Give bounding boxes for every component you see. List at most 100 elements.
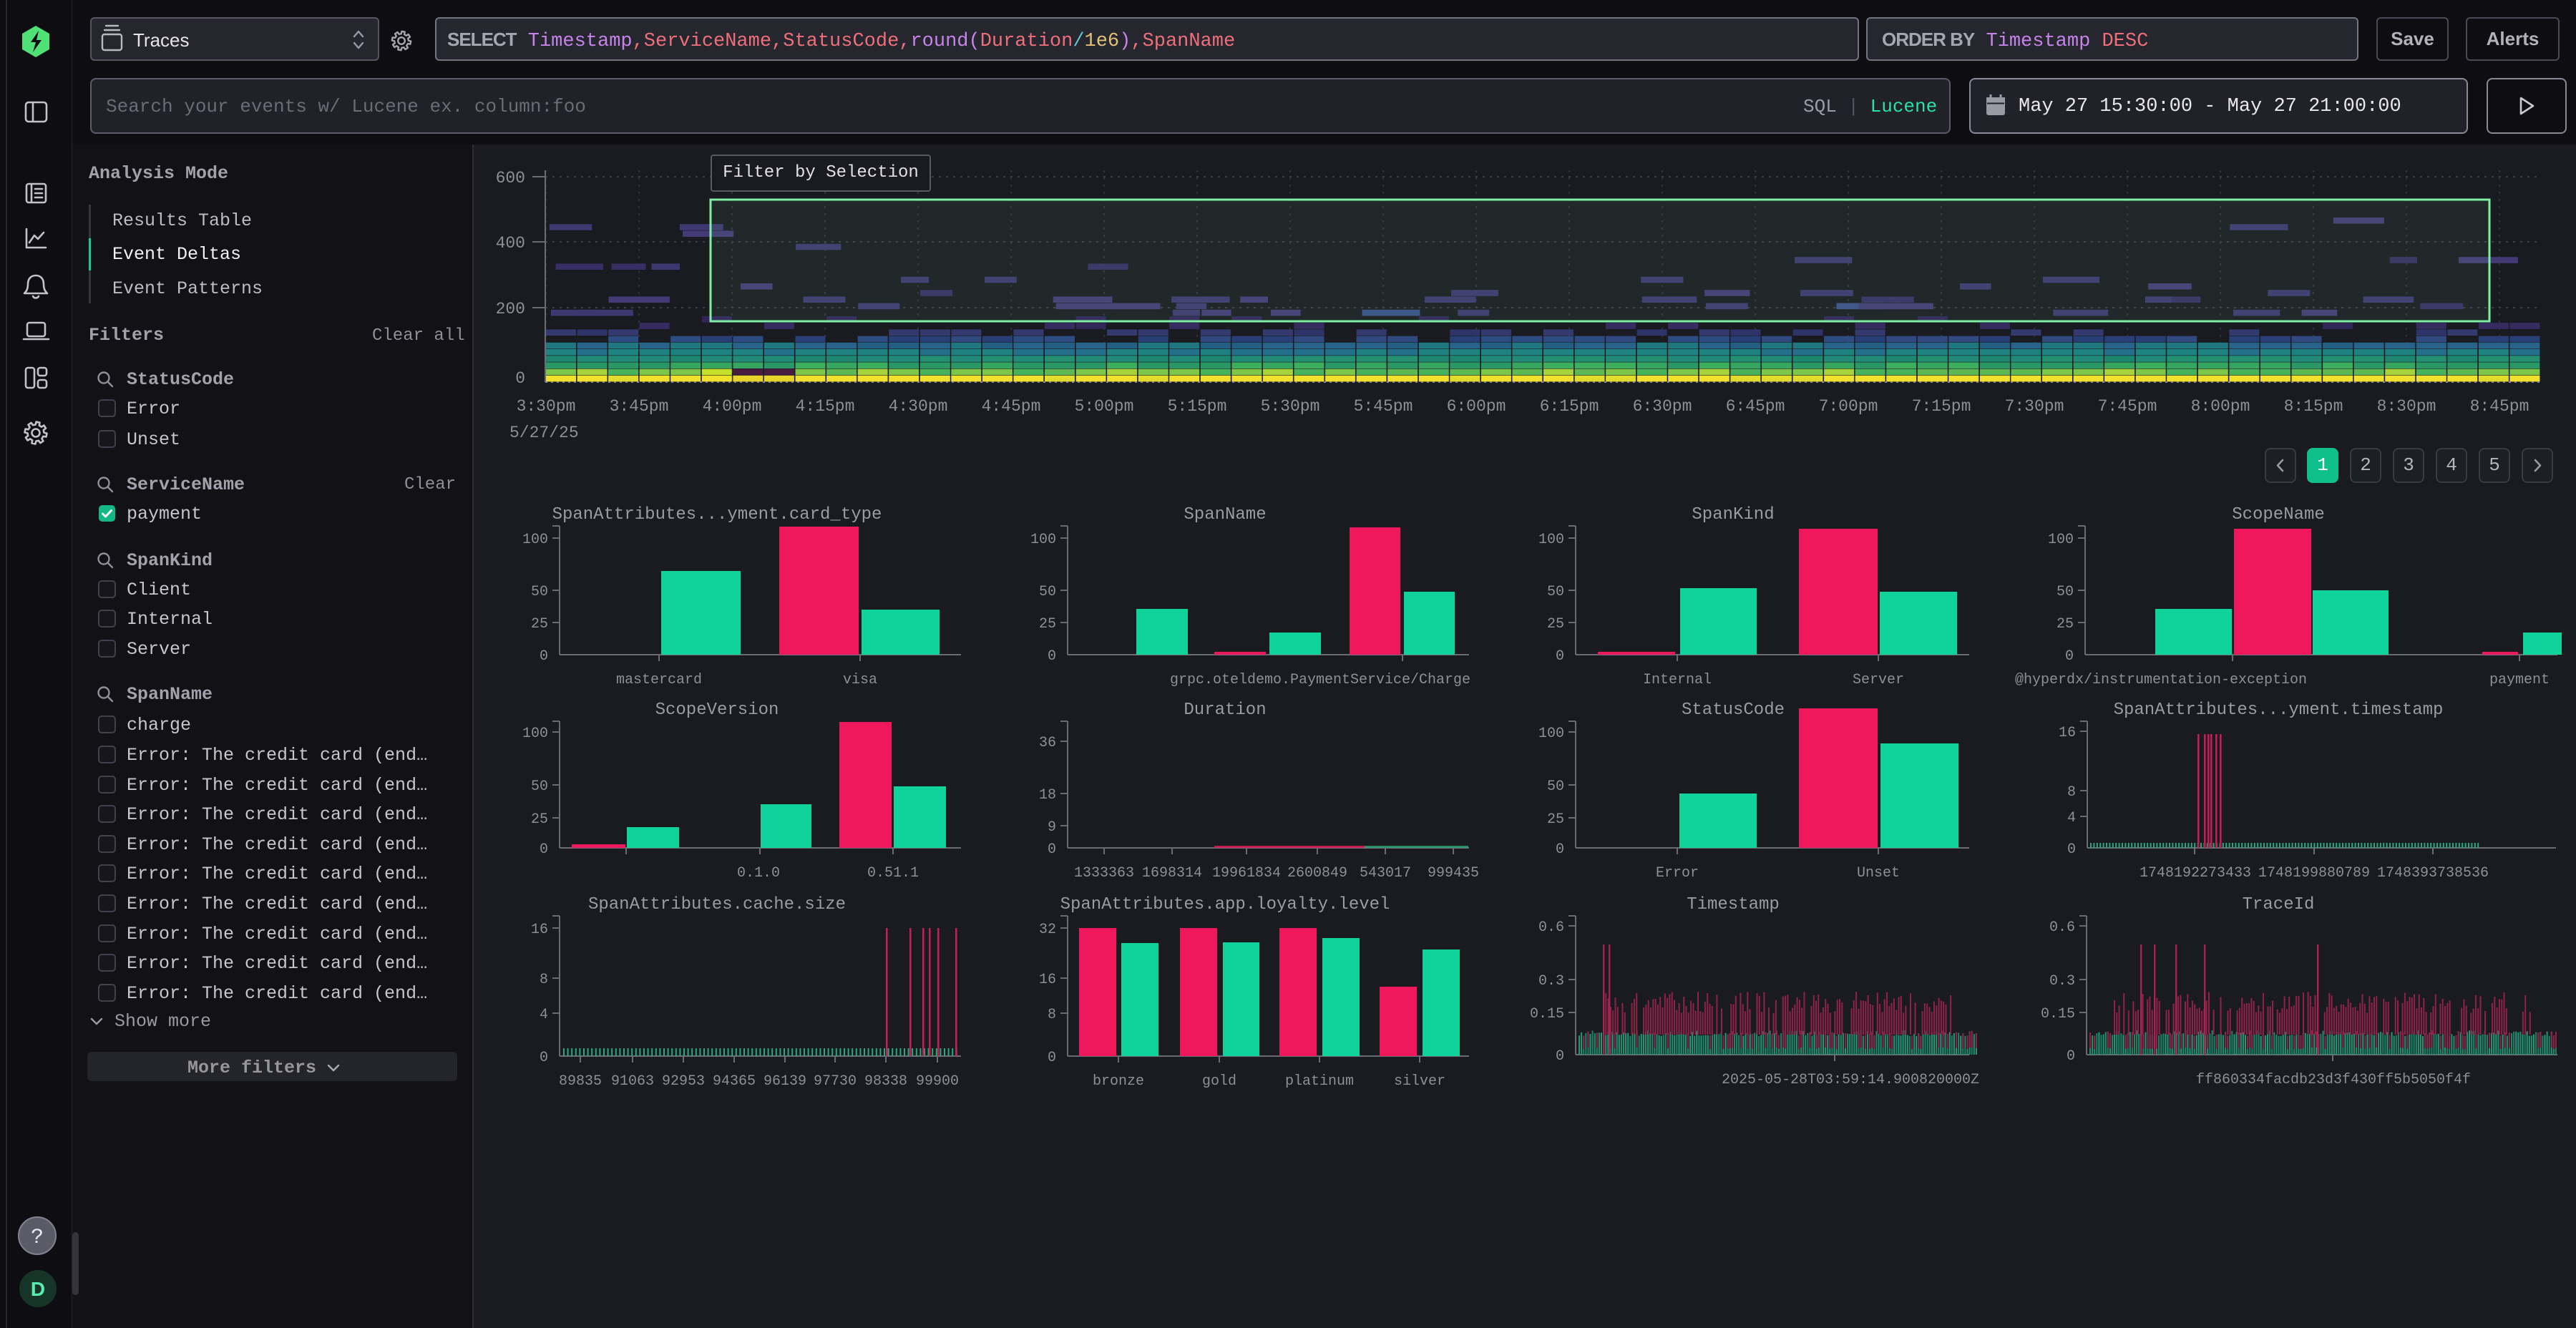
svg-text:0.15: 0.15 bbox=[1530, 1006, 1564, 1022]
svg-text:8: 8 bbox=[1048, 1007, 1056, 1023]
svg-text:1748393738536: 1748393738536 bbox=[2377, 865, 2489, 882]
svg-text:36: 36 bbox=[1039, 735, 1056, 751]
svg-text:16: 16 bbox=[531, 922, 548, 938]
svg-text:platinum: platinum bbox=[1285, 1073, 1354, 1090]
svg-text:6:30pm: 6:30pm bbox=[1633, 397, 1692, 416]
svg-text:50: 50 bbox=[1039, 584, 1056, 600]
svg-text:Error: Error bbox=[1656, 865, 1699, 882]
svg-text:4:45pm: 4:45pm bbox=[982, 397, 1041, 416]
svg-text:0.51.1: 0.51.1 bbox=[867, 865, 919, 882]
svg-text:0: 0 bbox=[1556, 1048, 1564, 1065]
svg-text:543017: 543017 bbox=[1360, 865, 1411, 882]
svg-text:Timestamp: Timestamp bbox=[1687, 895, 1780, 914]
svg-text:0: 0 bbox=[540, 841, 548, 858]
svg-text:9: 9 bbox=[1048, 819, 1056, 836]
svg-text:100: 100 bbox=[522, 532, 548, 548]
svg-text:7:15pm: 7:15pm bbox=[1912, 397, 1971, 416]
svg-text:19961834: 19961834 bbox=[1212, 865, 1281, 882]
svg-text:gold: gold bbox=[1202, 1073, 1236, 1090]
svg-text:8: 8 bbox=[540, 972, 548, 988]
svg-text:SpanAttributes.cache.size: SpanAttributes.cache.size bbox=[588, 895, 846, 914]
svg-text:ScopeName: ScopeName bbox=[2232, 505, 2325, 524]
svg-text:SpanAttributes...yment.card_ty: SpanAttributes...yment.card_type bbox=[552, 505, 882, 524]
svg-text:5:00pm: 5:00pm bbox=[1075, 397, 1134, 416]
svg-text:Unset: Unset bbox=[1857, 865, 1900, 882]
svg-text:0.1.0: 0.1.0 bbox=[737, 865, 780, 882]
svg-text:ScopeVersion: ScopeVersion bbox=[655, 700, 779, 720]
svg-text:0: 0 bbox=[2067, 1048, 2075, 1065]
svg-text:92953: 92953 bbox=[662, 1073, 705, 1090]
svg-text:8:15pm: 8:15pm bbox=[2284, 397, 2343, 416]
svg-text:100: 100 bbox=[522, 726, 548, 742]
svg-text:1748192273433: 1748192273433 bbox=[2140, 865, 2251, 882]
svg-text:50: 50 bbox=[1547, 778, 1564, 795]
svg-text:Duration: Duration bbox=[1184, 700, 1266, 720]
svg-text:96139: 96139 bbox=[763, 1073, 806, 1090]
svg-text:0.3: 0.3 bbox=[2049, 973, 2075, 990]
svg-text:8:45pm: 8:45pm bbox=[2470, 397, 2529, 416]
svg-text:SpanAttributes.app.loyalty.lev: SpanAttributes.app.loyalty.level bbox=[1060, 895, 1390, 914]
svg-text:StatusCode: StatusCode bbox=[1682, 700, 1785, 720]
svg-text:2025-05-28T03:59:14.900820000Z: 2025-05-28T03:59:14.900820000Z bbox=[1722, 1072, 1979, 1088]
svg-text:TraceId: TraceId bbox=[2243, 895, 2315, 914]
svg-text:SpanKind: SpanKind bbox=[1692, 505, 1774, 524]
svg-text:400: 400 bbox=[496, 234, 525, 253]
svg-text:50: 50 bbox=[531, 584, 548, 600]
svg-text:visa: visa bbox=[843, 672, 877, 688]
svg-text:999435: 999435 bbox=[1428, 865, 1479, 882]
svg-text:SpanAttributes...yment.timesta: SpanAttributes...yment.timestamp bbox=[2114, 700, 2444, 720]
svg-text:payment: payment bbox=[2489, 672, 2550, 688]
svg-text:0.3: 0.3 bbox=[1538, 973, 1564, 990]
svg-text:94365: 94365 bbox=[713, 1073, 756, 1090]
svg-text:4:15pm: 4:15pm bbox=[796, 397, 855, 416]
svg-text:ff860334facdb23d3f430ff5b5050f: ff860334facdb23d3f430ff5b5050f4f bbox=[2196, 1072, 2471, 1088]
svg-text:200: 200 bbox=[496, 300, 525, 318]
svg-text:18: 18 bbox=[1039, 787, 1056, 804]
svg-text:5/27/25: 5/27/25 bbox=[509, 424, 579, 442]
svg-text:91063: 91063 bbox=[611, 1073, 654, 1090]
svg-text:mastercard: mastercard bbox=[616, 672, 702, 688]
svg-text:1333363: 1333363 bbox=[1074, 865, 1134, 882]
svg-text:89835: 89835 bbox=[559, 1073, 602, 1090]
svg-text:silver: silver bbox=[1394, 1073, 1445, 1090]
svg-text:Internal: Internal bbox=[1643, 672, 1712, 688]
svg-text:7:45pm: 7:45pm bbox=[2098, 397, 2157, 416]
svg-text:1698314: 1698314 bbox=[1142, 865, 1202, 882]
svg-text:0: 0 bbox=[2065, 648, 2074, 665]
svg-text:25: 25 bbox=[531, 616, 548, 633]
svg-text:99900: 99900 bbox=[916, 1073, 959, 1090]
svg-text:100: 100 bbox=[1030, 532, 1056, 548]
svg-text:0: 0 bbox=[540, 648, 548, 665]
svg-text:0: 0 bbox=[540, 1050, 548, 1066]
svg-text:25: 25 bbox=[2057, 616, 2074, 633]
svg-text:@hyperdx/instrumentation-excep: @hyperdx/instrumentation-exception bbox=[2015, 672, 2307, 688]
svg-text:97730: 97730 bbox=[814, 1073, 857, 1090]
svg-text:4: 4 bbox=[2067, 810, 2076, 826]
svg-text:0: 0 bbox=[515, 369, 525, 388]
svg-text:SpanName: SpanName bbox=[1184, 505, 1266, 524]
svg-text:1748199880789: 1748199880789 bbox=[2258, 865, 2370, 882]
svg-text:100: 100 bbox=[1538, 726, 1564, 742]
svg-text:0: 0 bbox=[1556, 648, 1564, 665]
svg-text:5:15pm: 5:15pm bbox=[1168, 397, 1227, 416]
svg-text:0.6: 0.6 bbox=[1538, 919, 1564, 936]
svg-text:4: 4 bbox=[540, 1007, 548, 1023]
svg-text:3:45pm: 3:45pm bbox=[610, 397, 669, 416]
svg-text:16: 16 bbox=[1039, 972, 1056, 988]
svg-text:7:30pm: 7:30pm bbox=[2005, 397, 2064, 416]
svg-text:100: 100 bbox=[1538, 532, 1564, 548]
svg-text:6:45pm: 6:45pm bbox=[1726, 397, 1785, 416]
svg-text:0: 0 bbox=[1048, 648, 1056, 665]
svg-text:8:00pm: 8:00pm bbox=[2191, 397, 2250, 416]
svg-text:32: 32 bbox=[1039, 922, 1056, 938]
svg-text:8:30pm: 8:30pm bbox=[2377, 397, 2436, 416]
svg-text:?: ? bbox=[31, 1226, 44, 1250]
svg-text:50: 50 bbox=[531, 778, 548, 795]
svg-text:25: 25 bbox=[1039, 616, 1056, 633]
svg-text:50: 50 bbox=[2057, 584, 2074, 600]
svg-text:16: 16 bbox=[2059, 725, 2076, 741]
svg-text:D: D bbox=[31, 1278, 45, 1300]
svg-text:5:30pm: 5:30pm bbox=[1261, 397, 1320, 416]
svg-text:6:15pm: 6:15pm bbox=[1540, 397, 1599, 416]
svg-text:6:00pm: 6:00pm bbox=[1447, 397, 1506, 416]
